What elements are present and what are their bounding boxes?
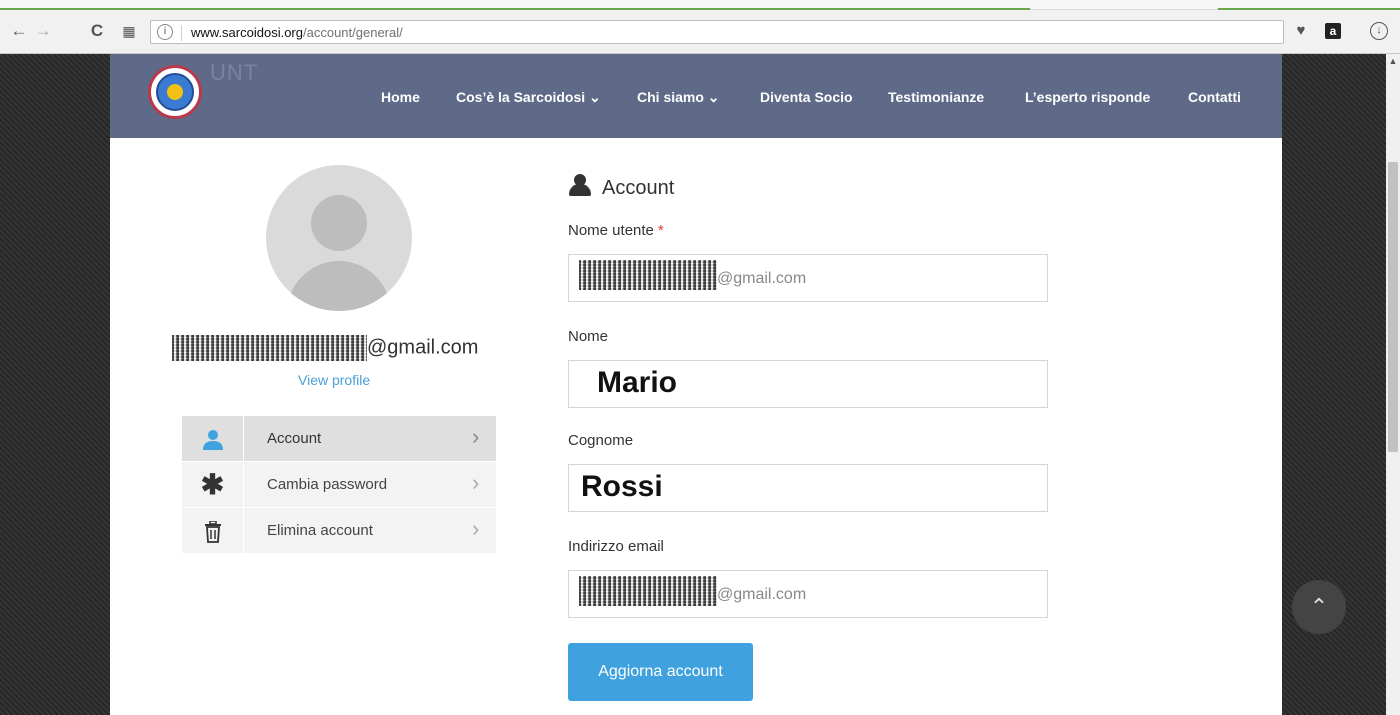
profile-email-suffix: @gmail.com bbox=[367, 336, 479, 359]
url-path: /account/general/ bbox=[303, 25, 403, 40]
email-value: @gmail.com bbox=[579, 576, 807, 606]
nav-sarcoidosi[interactable]: Cos’è la Sarcoidosi ⌄ bbox=[456, 89, 601, 106]
nav-testimonianze[interactable]: Testimonianze bbox=[888, 89, 984, 105]
pixelated-email bbox=[579, 576, 717, 606]
chevron-right-icon: › bbox=[472, 424, 480, 449]
account-menu-item-account[interactable]: Account › bbox=[182, 416, 496, 462]
user-icon bbox=[568, 174, 592, 196]
chevron-right-icon: › bbox=[472, 516, 480, 541]
required-mark: * bbox=[657, 222, 664, 239]
account-menu-label: Account bbox=[267, 430, 322, 447]
account-menu: Account › ✱ Cambia password › Elimina ac… bbox=[182, 416, 496, 554]
update-account-button[interactable]: Aggiorna account bbox=[568, 643, 753, 701]
scrollbar-thumb[interactable] bbox=[1388, 162, 1398, 452]
avatar bbox=[266, 165, 412, 311]
nome-label: Nome bbox=[568, 328, 609, 345]
password-menu-label: Cambia password bbox=[267, 476, 388, 493]
username-label: Nome utente * bbox=[568, 222, 664, 239]
site-header: UNT Home Cos’è la Sarcoidosi ⌄ Chi siamo… bbox=[110, 54, 1282, 138]
cognome-label: Cognome bbox=[568, 432, 634, 449]
scroll-to-top-button[interactable]: ⌃ bbox=[1292, 580, 1346, 634]
form-title-text: Account bbox=[602, 177, 675, 199]
username-label-text: Nome utente bbox=[568, 222, 654, 239]
nav-diventa-socio[interactable]: Diventa Socio bbox=[760, 89, 853, 105]
main-nav: Home Cos’è la Sarcoidosi ⌄ Chi siamo ⌄ D… bbox=[110, 89, 1282, 109]
nome-value: Mario bbox=[597, 366, 678, 399]
logo-ghost-text: UNT bbox=[210, 60, 259, 85]
chevron-up-icon: ⌃ bbox=[1309, 594, 1329, 619]
chevron-right-icon: › bbox=[472, 470, 480, 495]
browser-toolbar: ← → C ▦ i www.sarcoidosi.org/account/gen… bbox=[0, 0, 1400, 54]
nav-home[interactable]: Home bbox=[381, 89, 420, 105]
email-suffix: @gmail.com bbox=[717, 586, 807, 604]
forward-icon[interactable]: → bbox=[32, 20, 54, 42]
amazon-icon[interactable]: a bbox=[1322, 20, 1344, 42]
apps-icon[interactable]: ▦ bbox=[118, 20, 140, 42]
profile-email: @gmail.com bbox=[172, 335, 478, 363]
cognome-field[interactable]: Rossi bbox=[568, 464, 1048, 512]
username-value: @gmail.com bbox=[579, 260, 807, 290]
scroll-up-arrow-icon[interactable]: ▲ bbox=[1386, 56, 1400, 66]
form-title: Account bbox=[568, 174, 674, 200]
address-separator bbox=[181, 25, 182, 41]
username-suffix: @gmail.com bbox=[717, 270, 807, 288]
email-field[interactable]: @gmail.com bbox=[568, 570, 1048, 618]
nome-field[interactable]: Mario bbox=[568, 360, 1048, 408]
account-menu-item-delete[interactable]: Elimina account › bbox=[182, 508, 496, 554]
info-icon[interactable]: i bbox=[157, 24, 173, 40]
nav-esperto[interactable]: L’esperto risponde bbox=[1025, 89, 1150, 105]
user-icon bbox=[182, 416, 244, 462]
page-scrollbar[interactable]: ▲ bbox=[1386, 54, 1400, 715]
tab-strip bbox=[0, 0, 1400, 10]
address-bar[interactable]: i www.sarcoidosi.org/account/general/ bbox=[150, 20, 1284, 44]
delete-menu-label: Elimina account bbox=[267, 522, 373, 539]
reload-icon[interactable]: C bbox=[86, 20, 108, 42]
username-field[interactable]: @gmail.com bbox=[568, 254, 1048, 302]
pixelated-email-username bbox=[172, 335, 367, 361]
account-menu-item-password[interactable]: ✱ Cambia password › bbox=[182, 462, 496, 508]
view-profile-link[interactable]: View profile bbox=[298, 372, 370, 388]
back-icon[interactable]: ← bbox=[8, 20, 30, 42]
asterisk-icon: ✱ bbox=[182, 462, 244, 508]
page-background-left bbox=[0, 54, 110, 715]
email-label: Indirizzo email bbox=[568, 538, 664, 555]
pixelated-username bbox=[579, 260, 717, 290]
url-host: www.sarcoidosi.org bbox=[191, 25, 303, 40]
url-text[interactable]: www.sarcoidosi.org/account/general/ bbox=[191, 25, 403, 40]
nav-chi-siamo[interactable]: Chi siamo ⌄ bbox=[637, 89, 720, 106]
heart-icon[interactable]: ♥ bbox=[1290, 20, 1312, 42]
account-content: @gmail.com View profile Account › ✱ Camb… bbox=[110, 138, 1282, 715]
nav-contatti[interactable]: Contatti bbox=[1188, 89, 1241, 105]
download-icon[interactable]: ↓ bbox=[1370, 22, 1388, 40]
cognome-value: Rossi bbox=[581, 470, 663, 503]
amazon-label: a bbox=[1325, 23, 1341, 39]
trash-icon bbox=[182, 508, 244, 554]
